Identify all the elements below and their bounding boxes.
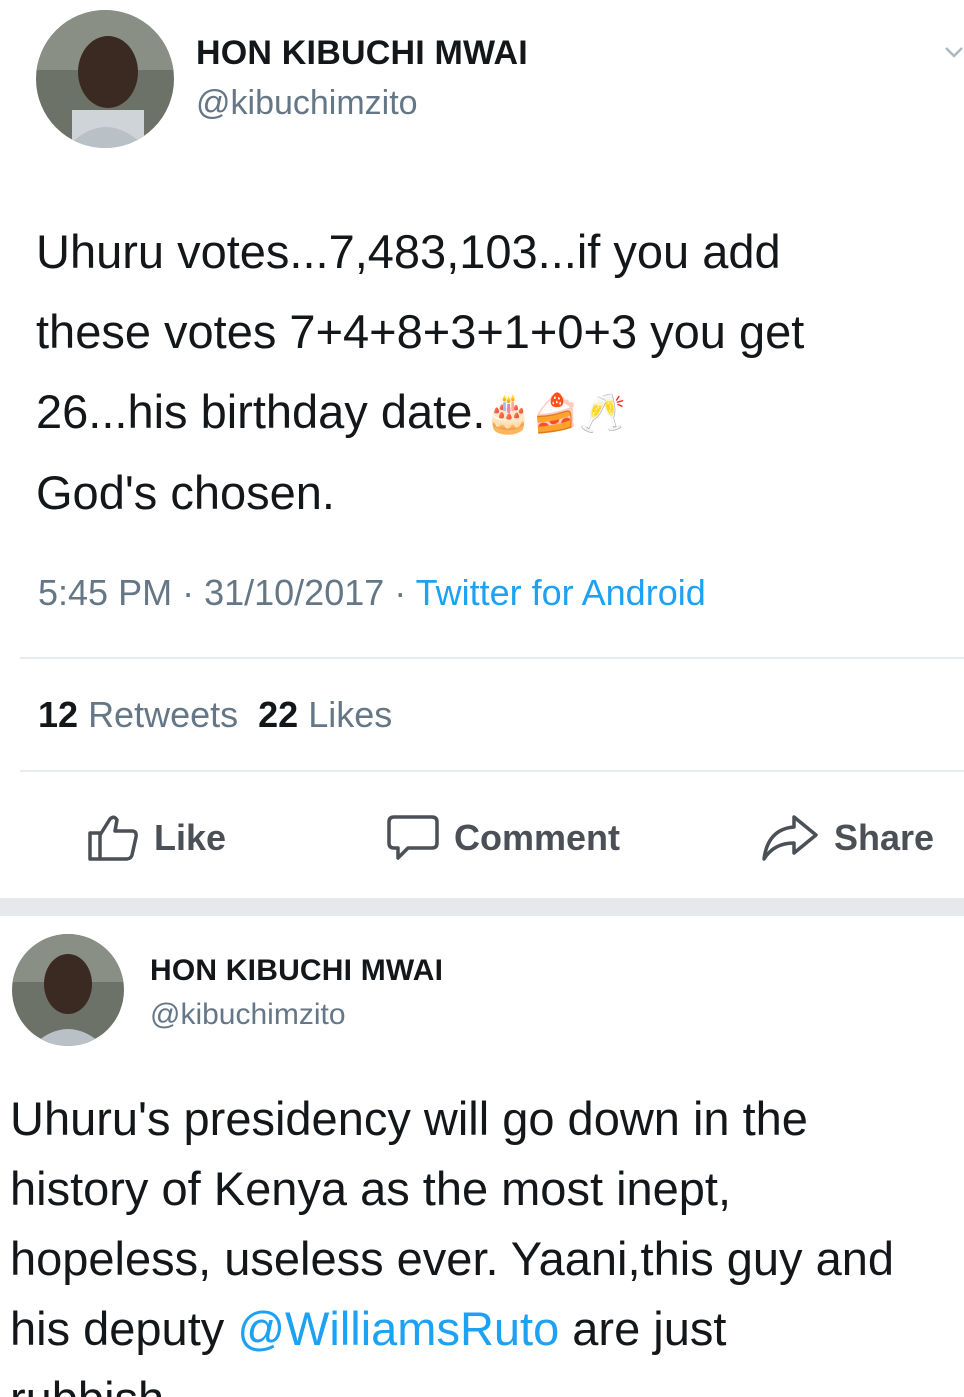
- tweet-meta: 5:45 PM · 31/10/2017 · Twitter for Andro…: [38, 572, 706, 613]
- retweets-count: 12: [38, 694, 79, 735]
- likes-label: Likes: [308, 694, 393, 735]
- like-button[interactable]: Like: [86, 808, 226, 868]
- champagne-glasses-emoji: 🥂: [579, 392, 626, 434]
- tweet-text: Uhuru votes...7,483,103...if you add the…: [36, 212, 804, 533]
- tweet-card: HON KIBUCHI MWAI @kibuchimzito Uhuru vot…: [0, 0, 964, 898]
- comment-bubble-icon: [387, 815, 439, 860]
- likes-count: 22: [258, 694, 299, 735]
- mention-link[interactable]: @WilliamsRuto: [237, 1302, 559, 1355]
- comment-button[interactable]: Comment: [386, 808, 620, 868]
- tweet-line: Uhuru's presidency will go down in the: [10, 1092, 808, 1145]
- avatar[interactable]: [12, 934, 124, 1046]
- chevron-down-icon[interactable]: [944, 42, 964, 67]
- tweet-time[interactable]: 5:45 PM: [38, 572, 172, 613]
- author-handle[interactable]: @kibuchimzito: [150, 998, 346, 1032]
- tweet-line: God's chosen.: [36, 466, 335, 519]
- author-name[interactable]: HON KIBUCHI MWAI: [196, 34, 528, 73]
- tweet-line-text: 26...his birthday date.: [36, 385, 486, 438]
- retweets-label: Retweets: [88, 694, 239, 735]
- share-button[interactable]: Share: [760, 808, 934, 868]
- tweet-source[interactable]: Twitter for Android: [416, 572, 706, 613]
- tweet-line: 26...his birthday date.🎂🍰🥂: [36, 372, 804, 453]
- feed-separator: [0, 898, 964, 916]
- divider: [20, 657, 964, 659]
- tweet-card: HON KIBUCHI MWAI @kibuchimzito Uhuru's p…: [0, 916, 964, 1397]
- birthday-cake-emoji: 🎂: [485, 392, 533, 434]
- comment-label: Comment: [454, 817, 621, 858]
- tweet-line: these votes 7+4+8+3+1+0+3 you get: [36, 305, 805, 358]
- tweet-line-text: are just: [559, 1302, 727, 1355]
- tweet-text: Uhuru's presidency will go down in the h…: [10, 1084, 894, 1397]
- like-label: Like: [154, 817, 227, 858]
- tweet-line: hopeless, useless ever. Yaani,this guy a…: [10, 1232, 895, 1285]
- tweet-date[interactable]: 31/10/2017: [204, 572, 384, 613]
- tweet-line: rubbish: [10, 1364, 894, 1397]
- author-name[interactable]: HON KIBUCHI MWAI: [150, 954, 443, 988]
- avatar[interactable]: [36, 10, 174, 148]
- tweet-stats: 12 Retweets 22 Likes: [38, 694, 392, 736]
- tweet-line: his deputy @WilliamsRuto are just: [10, 1294, 894, 1364]
- cake-slice-emoji: 🍰: [532, 392, 579, 434]
- share-arrow-icon: [762, 815, 818, 861]
- retweets-stat[interactable]: 12 Retweets: [38, 694, 238, 735]
- author-handle[interactable]: @kibuchimzito: [196, 84, 418, 123]
- tweet-line-text: his deputy: [10, 1302, 238, 1355]
- tweet-line: Uhuru votes...7,483,103...if you add: [36, 225, 781, 278]
- share-label: Share: [834, 817, 935, 858]
- thumbs-up-icon: [88, 815, 138, 861]
- tweet-line: history of Kenya as the most inept,: [10, 1162, 732, 1215]
- likes-stat[interactable]: 22 Likes: [258, 694, 392, 735]
- divider: [20, 770, 964, 772]
